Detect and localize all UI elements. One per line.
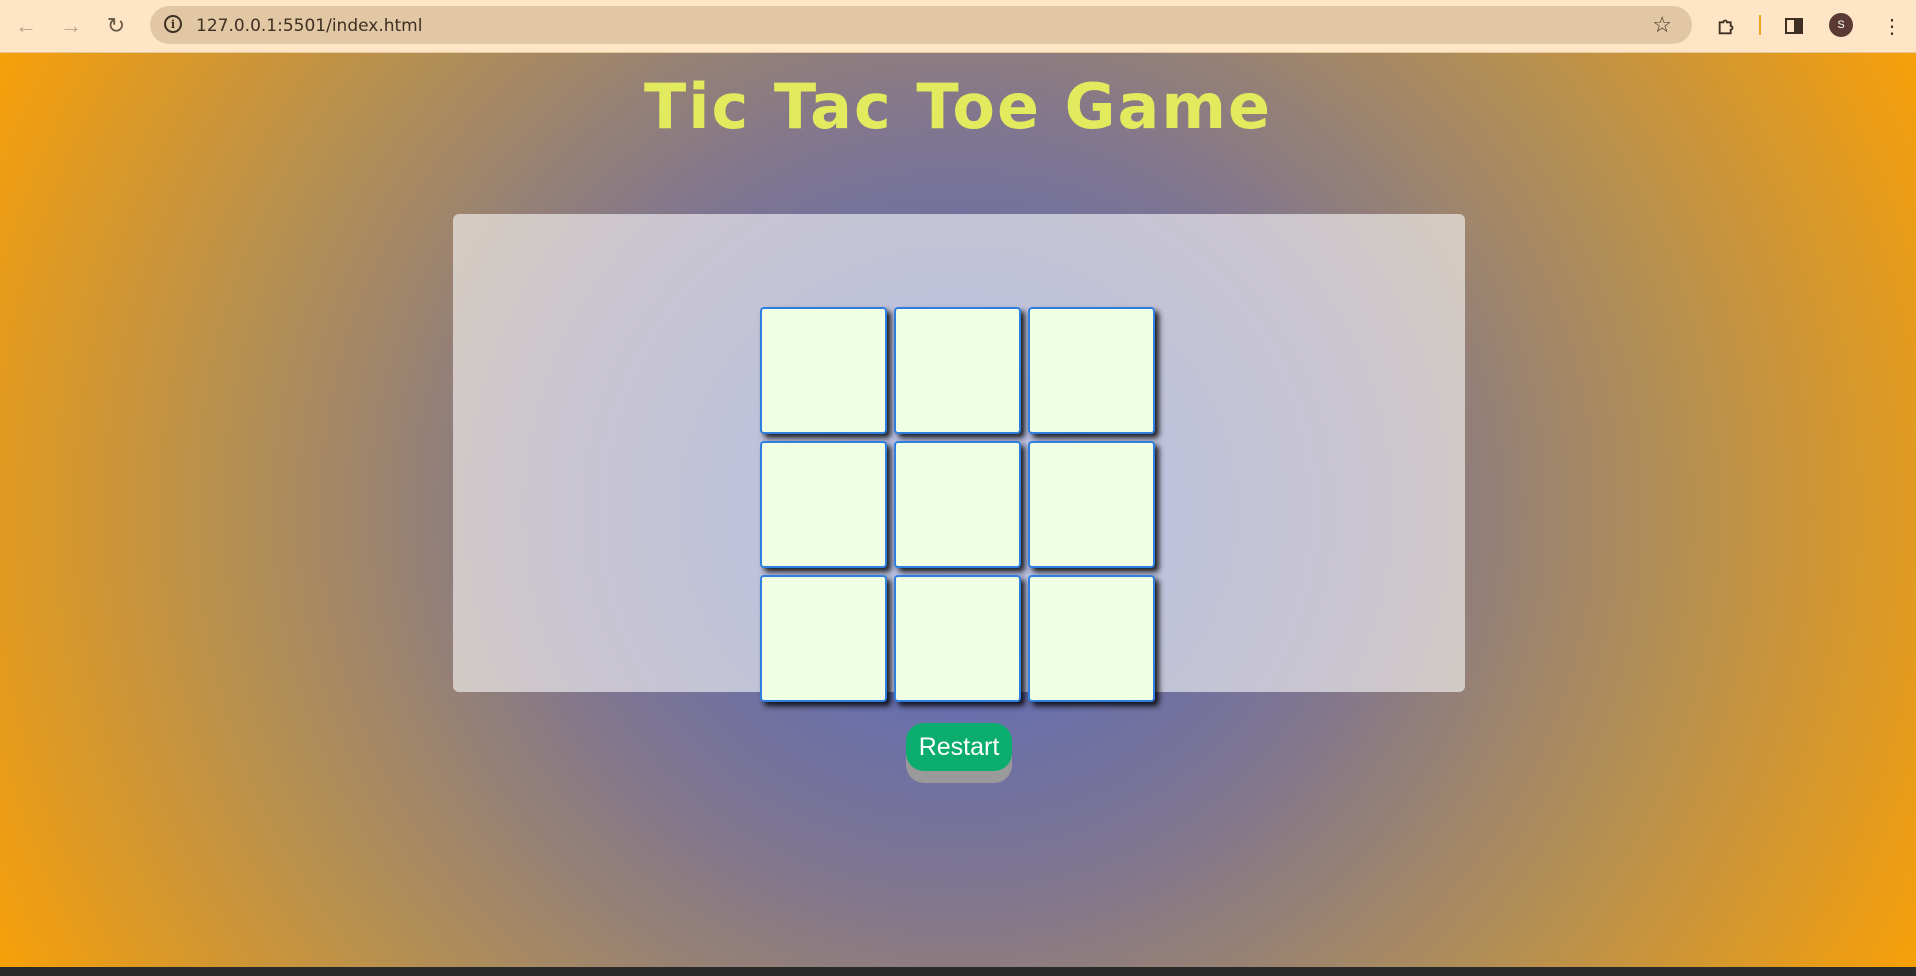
taskbar-edge: [0, 967, 1916, 976]
profile-avatar[interactable]: S: [1829, 13, 1853, 37]
board-cell[interactable]: [894, 575, 1021, 702]
site-info-icon[interactable]: i: [164, 15, 182, 33]
page-title: Tic Tac Toe Game: [643, 70, 1273, 143]
game-board: [760, 307, 1156, 703]
board-cell[interactable]: [760, 575, 887, 702]
board-cell[interactable]: [1028, 575, 1155, 702]
restart-button[interactable]: Restart: [906, 723, 1012, 771]
board-cell[interactable]: [1028, 441, 1155, 568]
board-cell[interactable]: [760, 441, 887, 568]
board-cell[interactable]: [894, 307, 1021, 434]
back-arrow-icon[interactable]: ←: [10, 10, 42, 42]
toolbar-divider: [1759, 15, 1761, 35]
side-panel-icon[interactable]: [1780, 12, 1808, 40]
address-text[interactable]: 127.0.0.1:5501/index.html: [196, 16, 422, 36]
star-icon[interactable]: ☆: [1652, 12, 1672, 38]
board-cell[interactable]: [1028, 307, 1155, 434]
board-cell[interactable]: [894, 441, 1021, 568]
board-cell[interactable]: [760, 307, 887, 434]
puzzle-icon[interactable]: [1713, 12, 1741, 40]
browser-toolbar: ← → ↻ i 127.0.0.1:5501/index.html ☆ S ⋮: [0, 0, 1916, 53]
reload-icon[interactable]: ↻: [100, 10, 132, 42]
forward-arrow-icon[interactable]: →: [55, 10, 87, 42]
address-bar[interactable]: i 127.0.0.1:5501/index.html ☆: [150, 6, 1692, 44]
kebab-menu-icon[interactable]: ⋮: [1878, 12, 1906, 40]
